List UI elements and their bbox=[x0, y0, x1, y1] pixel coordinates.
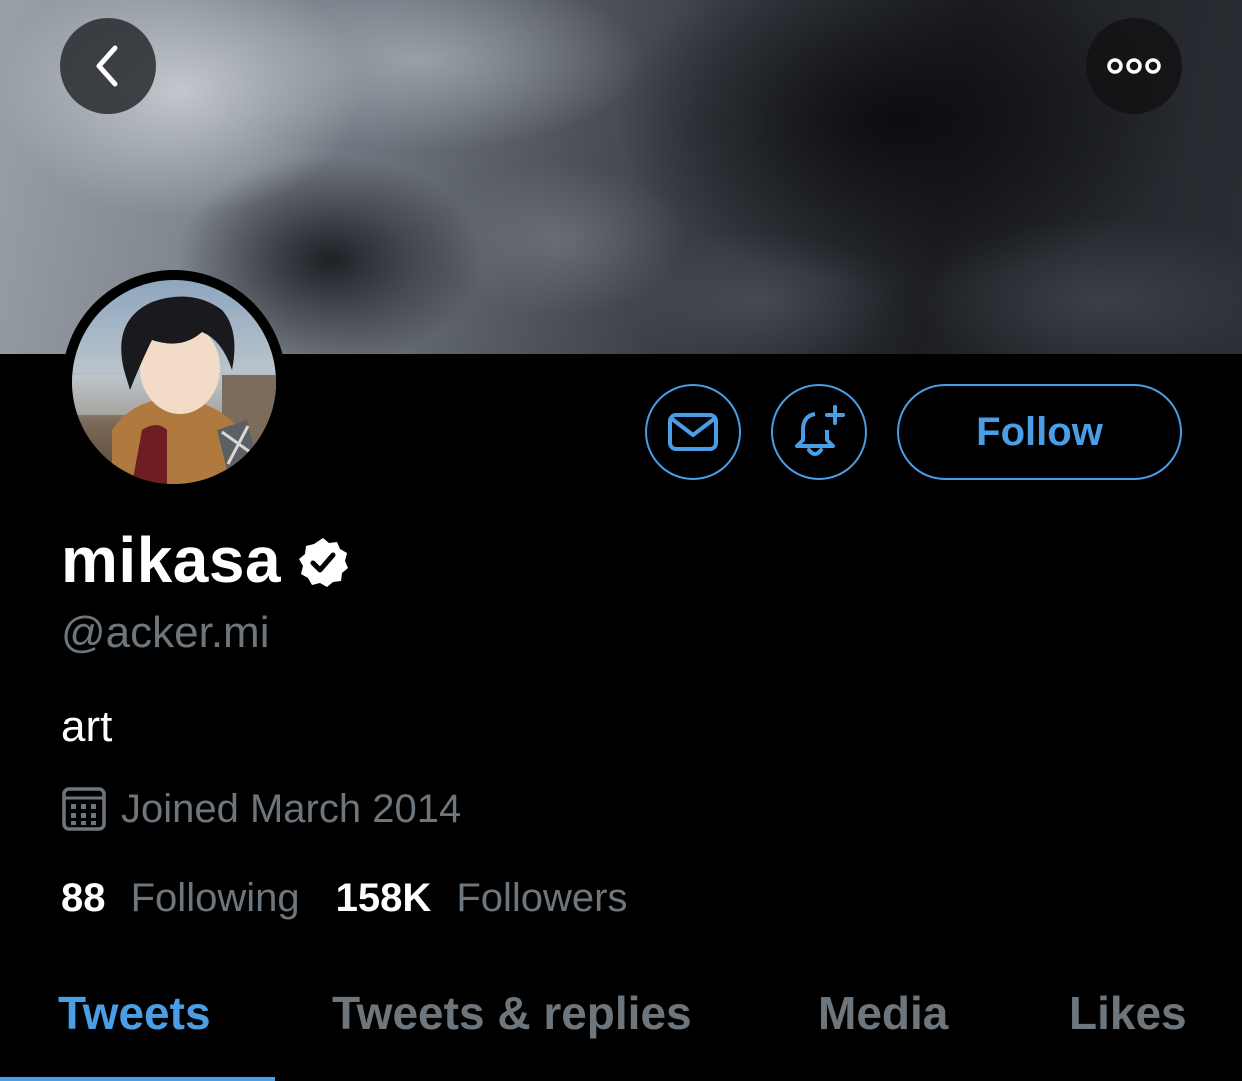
tab-tweets-and-replies[interactable]: Tweets & replies bbox=[332, 986, 692, 1040]
active-tab-indicator bbox=[0, 1077, 275, 1081]
avatar-illustration bbox=[72, 296, 276, 484]
back-button[interactable] bbox=[60, 18, 156, 114]
avatar bbox=[72, 280, 276, 484]
following-link[interactable]: 88 Following bbox=[61, 876, 300, 921]
verified-badge-icon bbox=[299, 538, 349, 587]
bio-text: art bbox=[61, 702, 113, 751]
joined-date: Joined March 2014 bbox=[121, 786, 462, 831]
more-icon bbox=[1107, 58, 1161, 74]
following-label: Following bbox=[130, 876, 300, 920]
joined-date-row: Joined March 2014 bbox=[61, 786, 461, 832]
follow-button[interactable]: Follow bbox=[897, 384, 1182, 480]
notifications-button[interactable] bbox=[771, 384, 867, 480]
followers-count: 158K bbox=[335, 876, 432, 920]
tab-likes[interactable]: Likes bbox=[1069, 986, 1187, 1040]
profile-name-row: mikasa bbox=[61, 520, 349, 600]
tab-tweets[interactable]: Tweets bbox=[58, 986, 211, 1040]
following-count: 88 bbox=[61, 876, 106, 920]
bell-plus-icon bbox=[795, 405, 845, 456]
chevron-left-icon bbox=[96, 45, 118, 87]
mail-icon bbox=[668, 413, 718, 451]
profile-stats: 88 Following 158K Followers bbox=[61, 876, 628, 921]
more-options-button[interactable] bbox=[1086, 18, 1182, 114]
avatar-frame[interactable] bbox=[62, 270, 286, 494]
user-handle: @acker.mi bbox=[61, 608, 270, 657]
calendar-icon bbox=[62, 787, 106, 831]
display-name: mikasa bbox=[61, 524, 282, 596]
tab-media[interactable]: Media bbox=[818, 986, 948, 1040]
profile-tabs: Tweets Tweets & replies Media Likes bbox=[0, 960, 1242, 1081]
message-button[interactable] bbox=[645, 384, 741, 480]
followers-label: Followers bbox=[456, 876, 628, 920]
followers-link[interactable]: 158K Followers bbox=[336, 876, 628, 921]
